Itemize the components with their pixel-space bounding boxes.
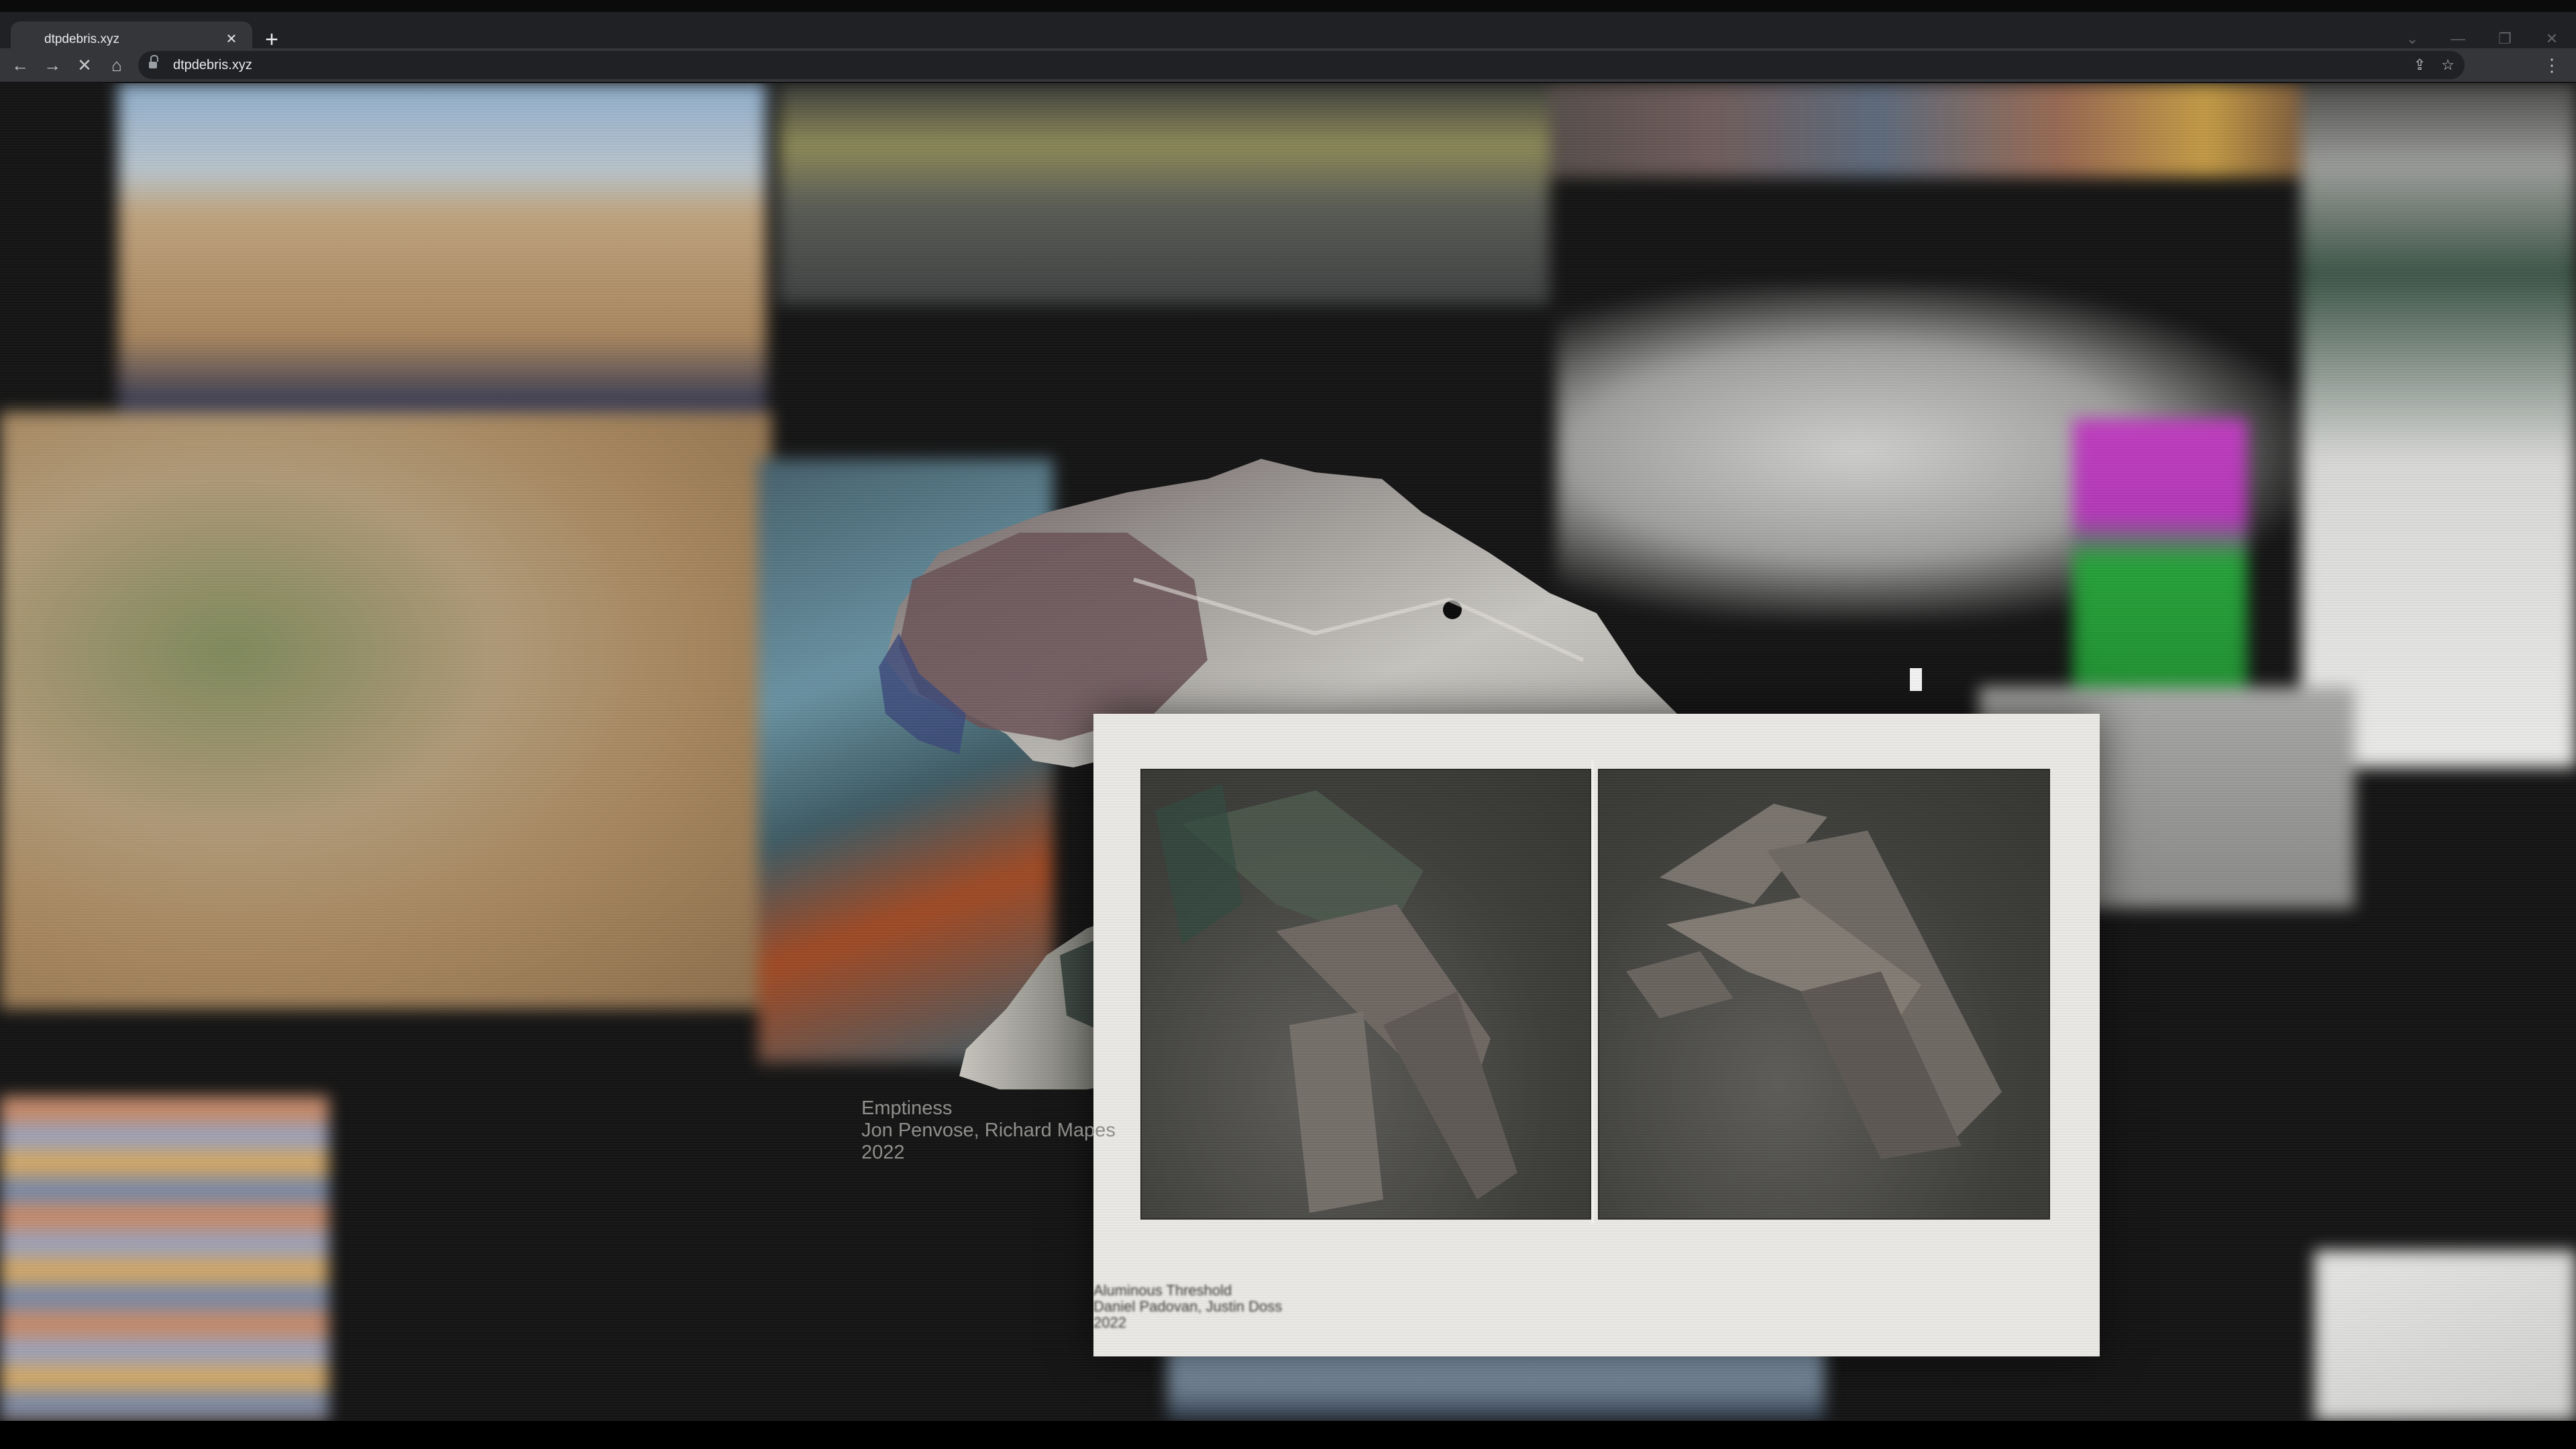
tab-search-icon[interactable]: ⌄: [2399, 27, 2426, 51]
tab-title: dtpdebris.xyz: [44, 32, 119, 46]
faded-year: 2022: [1093, 1314, 1126, 1331]
thumb-white-room[interactable]: [2301, 83, 2576, 767]
page-viewport[interactable]: [0, 83, 2576, 1421]
faded-artists: Daniel Padovan, Justin Doss: [1093, 1298, 1283, 1315]
faded-caption[interactable]: Aluminous Threshold Daniel Padovan, Just…: [1093, 1283, 1282, 1331]
url-text[interactable]: dtpdebris.xyz: [173, 58, 252, 73]
wood-sculpture-left: [1155, 784, 1517, 1213]
wood-plank: [1289, 1012, 1383, 1213]
menu-icon[interactable]: ⋮: [2540, 53, 2564, 77]
lock-icon[interactable]: [149, 55, 158, 70]
new-tab-icon[interactable]: +: [260, 28, 283, 51]
artwork-caption[interactable]: Emptiness Jon Penvose, Richard Mapes 202…: [861, 1097, 1116, 1164]
restore-icon[interactable]: ❐: [2491, 27, 2518, 51]
bottom-letterbox: [0, 1421, 2576, 1449]
artwork-frame[interactable]: [1093, 714, 2100, 1356]
thumb-open-book[interactable]: [2314, 1250, 2576, 1421]
stop-loading-icon[interactable]: ✕: [72, 53, 97, 77]
thumb-striped-colors[interactable]: [0, 1096, 329, 1421]
faded-title: Aluminous Threshold: [1093, 1282, 1232, 1299]
forward-icon[interactable]: →: [40, 53, 64, 77]
text-cursor: [1910, 668, 1922, 691]
wood-plank: [1383, 991, 1517, 1199]
panel-divider: [1591, 761, 1594, 1224]
thumb-sky-ruins[interactable]: [778, 83, 1550, 305]
home-icon[interactable]: ⌂: [105, 53, 129, 77]
tab-close-icon[interactable]: ×: [221, 28, 241, 48]
share-icon[interactable]: ⇪: [2410, 55, 2430, 75]
address-bar[interactable]: dtpdebris.xyz ⇪ ☆: [138, 51, 2465, 79]
minimize-icon[interactable]: —: [2445, 27, 2471, 51]
artwork-year: 2022: [861, 1142, 905, 1163]
artwork-panel-right: [1598, 769, 2050, 1220]
wood-plank: [1155, 784, 1242, 945]
bookmark-star-icon[interactable]: ☆: [2438, 55, 2458, 75]
artwork-artists: Jon Penvose, Richard Mapes: [861, 1120, 1116, 1141]
artwork-title: Emptiness: [861, 1097, 953, 1119]
wood-plank: [1626, 951, 1733, 1018]
thumb-desert-scaffold[interactable]: [118, 83, 766, 445]
window-top-edge: [0, 0, 2576, 12]
close-window-icon[interactable]: ✕: [2538, 27, 2565, 51]
wood-sculpture-right: [1626, 804, 2002, 1159]
thumb-sand-stones[interactable]: [0, 412, 771, 1009]
back-icon[interactable]: ←: [8, 53, 32, 77]
artwork-panel-left: [1140, 769, 1591, 1220]
browser-toolbar: ← → ✕ ⌂ dtpdebris.xyz ⇪ ☆ ⋮: [0, 48, 2576, 82]
